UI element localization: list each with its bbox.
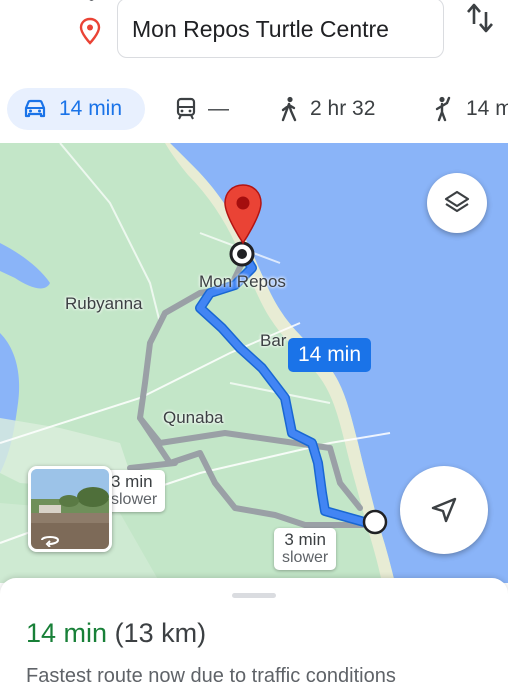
navigation-arrow-icon [431,497,457,523]
destination-input[interactable]: Mon Repos Turtle Centre [117,0,444,58]
rotate-360-icon [41,536,60,547]
tab-transit[interactable]: — [176,88,229,130]
map-layers-button[interactable] [427,173,487,233]
layers-icon [444,190,470,213]
sheet-drag-handle[interactable] [232,593,276,598]
route-reason: Fastest route now due to traffic conditi… [26,665,396,683]
walk-icon [281,96,297,122]
origin-dot-icon [89,0,94,1]
train-icon [176,97,196,120]
start-navigation-button[interactable] [400,466,488,554]
tab-rideshare[interactable]: 14 m [434,88,508,130]
tab-transit-label: — [208,97,229,120]
route-time-callout-text: 14 min [298,343,362,366]
map-destination-pin-icon[interactable] [222,183,264,245]
alt-route-callout-1[interactable]: 3 min slower [103,470,166,512]
destination-pin-icon [79,17,101,45]
tab-walk-label: 2 hr 32 [310,97,376,120]
alt-route-callout-2[interactable]: 3 min slower [274,528,337,570]
route-time-callout[interactable]: 14 min [288,338,372,372]
summary-distance: (13 km) [114,618,207,648]
map-label-rubyanna: Rubyanna [65,294,143,313]
tab-drive[interactable]: 14 min [7,88,145,130]
tab-rideshare-label: 14 m [466,97,508,120]
rideshare-person-icon [435,96,451,122]
tab-walk[interactable]: 2 hr 32 [280,88,375,130]
route-summary: 14 min (13 km) [26,618,206,649]
alt-route-1-time: 3 min [111,472,153,491]
destination-text: Mon Repos Turtle Centre [132,16,389,42]
street-view-thumbnail[interactable] [28,466,112,552]
map-label-bargara: Bar [260,331,287,350]
swap-directions-icon[interactable] [465,2,495,34]
route-summary-sheet[interactable]: 14 min (13 km) Fastest route now due to … [0,578,508,683]
top-bar: Mon Repos Turtle Centre [0,0,508,72]
alt-route-2-note: slower [282,549,329,566]
travel-mode-tabs: 14 min — 2 hr 32 14 m [0,80,508,136]
alt-route-1-note: slower [111,491,158,508]
map-label-qunaba: Qunaba [163,408,224,427]
map-label-mon-repos: Mon Repos [199,272,286,291]
tab-drive-label: 14 min [59,97,123,120]
car-icon [24,99,46,118]
alt-route-2-time: 3 min [284,530,326,549]
summary-time: 14 min [26,618,108,648]
